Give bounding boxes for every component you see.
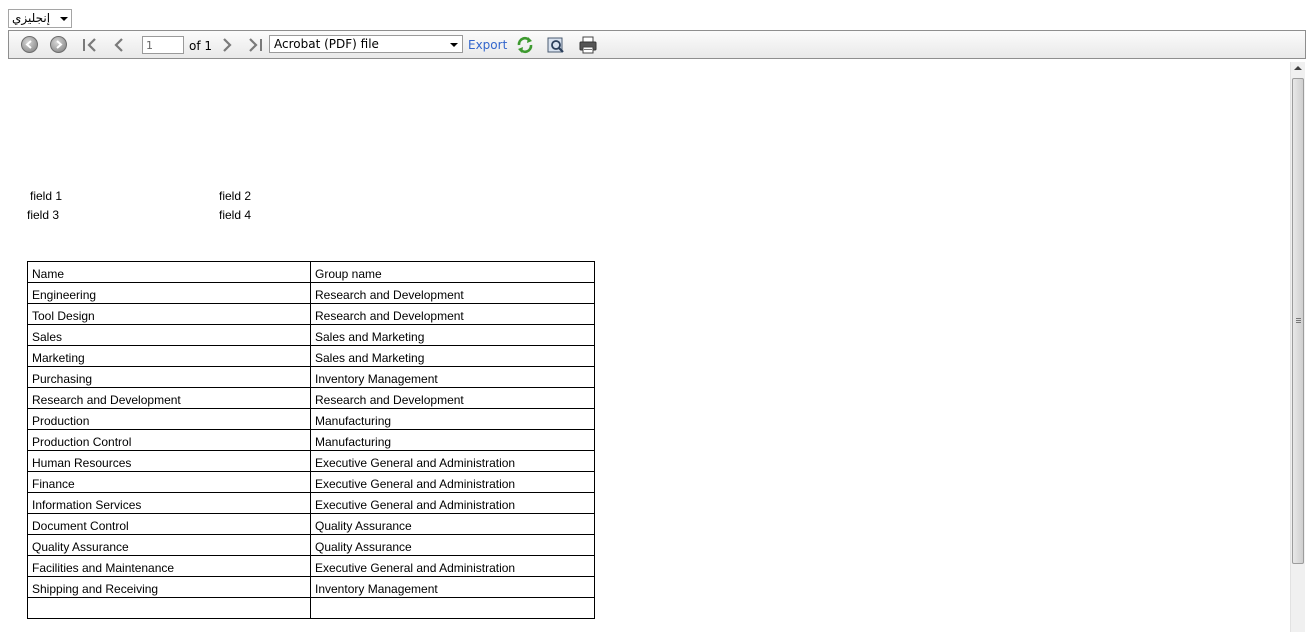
cell-group-name: Quality Assurance	[310, 534, 595, 556]
cell-group-name: Sales and Marketing	[310, 324, 595, 346]
report-field-1: field 1	[30, 189, 63, 203]
cell-group-name: Executive General and Administration	[310, 555, 595, 577]
cell-group-name: Sales and Marketing	[310, 345, 595, 367]
table-row: Finance Executive General and Administrat…	[27, 471, 595, 493]
report-field-4: field 4	[219, 208, 252, 222]
export-link[interactable]: Export	[468, 38, 507, 52]
language-select[interactable]: إنجليزي	[8, 9, 72, 28]
report-field-3: field 3	[27, 208, 60, 222]
page-count-label: of 1	[189, 39, 213, 53]
table-row: Tool Design Research and Development	[27, 303, 595, 325]
table-row: Human Resources Executive General and Adm…	[27, 450, 595, 472]
table-row: Document Control Quality Assurance	[27, 513, 595, 535]
cell-name: Facilities and Maintenance	[27, 555, 311, 577]
page-number-input[interactable]: 1	[142, 36, 184, 54]
column-header-group-name: Group name	[310, 261, 595, 283]
cell-name: Information Services	[27, 492, 311, 514]
table-row: Marketing Sales and Marketing	[27, 345, 595, 367]
cell-name	[27, 597, 311, 619]
grip-line	[1296, 322, 1301, 323]
cell-name: Finance	[27, 471, 311, 493]
export-format-select[interactable]: Acrobat (PDF) file	[269, 35, 463, 53]
report-toolbar: 1 of 1 Acrobat (PDF) file Export	[8, 30, 1306, 59]
cell-group-name: Inventory Management	[310, 366, 595, 388]
cell-name: Research and Development	[27, 387, 311, 409]
find-icon[interactable]	[546, 35, 566, 55]
cell-name: Quality Assurance	[27, 534, 311, 556]
chevron-down-icon	[450, 43, 458, 47]
cell-name: Shipping and Receiving	[27, 576, 311, 598]
table-row: Purchasing Inventory Management	[27, 366, 595, 388]
cell-name: Human Resources	[27, 450, 311, 472]
table-row: Production Control Manufacturing	[27, 429, 595, 451]
table-header-row: Name Group name	[27, 261, 595, 283]
table-row: Quality Assurance Quality Assurance	[27, 534, 595, 556]
table-row: Shipping and Receiving Inventory Manageme…	[27, 576, 595, 598]
table-row: Sales Sales and Marketing	[27, 324, 595, 346]
cell-name: Purchasing	[27, 366, 311, 388]
grip-line	[1296, 318, 1301, 319]
cell-group-name: Executive General and Administration	[310, 471, 595, 493]
language-select-value: إنجليزي	[12, 11, 51, 25]
table-row: Engineering Research and Development	[27, 282, 595, 304]
report-table: Name Group name Engineering Research and …	[27, 261, 595, 619]
refresh-icon[interactable]	[515, 35, 535, 55]
report-field-2: field 2	[219, 189, 252, 203]
cell-group-name: Manufacturing	[310, 408, 595, 430]
table-row: Production Manufacturing	[27, 408, 595, 430]
last-page-icon[interactable]	[245, 34, 265, 56]
cell-group-name: Research and Development	[310, 282, 595, 304]
grip-line	[1296, 320, 1301, 321]
forward-icon[interactable]	[50, 36, 67, 53]
cell-group-name: Research and Development	[310, 303, 595, 325]
cell-name: Marketing	[27, 345, 311, 367]
cell-group-name	[310, 597, 595, 619]
table-row: Facilities and Maintenance Executive Gene…	[27, 555, 595, 577]
next-page-icon[interactable]	[217, 34, 237, 56]
vertical-scrollbar[interactable]	[1290, 62, 1305, 632]
chevron-down-icon	[60, 17, 68, 21]
previous-page-icon[interactable]	[109, 34, 129, 56]
cell-group-name: Quality Assurance	[310, 513, 595, 535]
cell-group-name: Inventory Management	[310, 576, 595, 598]
cell-group-name: Executive General and Administration	[310, 492, 595, 514]
back-icon[interactable]	[21, 36, 38, 53]
cell-name: Production Control	[27, 429, 311, 451]
table-row	[27, 597, 595, 619]
column-header-name: Name	[27, 261, 311, 283]
cell-name: Engineering	[27, 282, 311, 304]
scrollbar-thumb[interactable]	[1292, 78, 1304, 564]
export-format-value: Acrobat (PDF) file	[274, 37, 379, 51]
table-row: Information Services Executive General an…	[27, 492, 595, 514]
table-row: Research and Development Research and Dev…	[27, 387, 595, 409]
scroll-up-arrow-icon[interactable]	[1294, 66, 1302, 70]
cell-group-name: Executive General and Administration	[310, 450, 595, 472]
first-page-icon[interactable]	[80, 34, 100, 56]
cell-name: Tool Design	[27, 303, 311, 325]
cell-group-name: Research and Development	[310, 387, 595, 409]
cell-name: Sales	[27, 324, 311, 346]
print-icon[interactable]	[578, 35, 598, 55]
cell-name: Document Control	[27, 513, 311, 535]
cell-name: Production	[27, 408, 311, 430]
cell-group-name: Manufacturing	[310, 429, 595, 451]
